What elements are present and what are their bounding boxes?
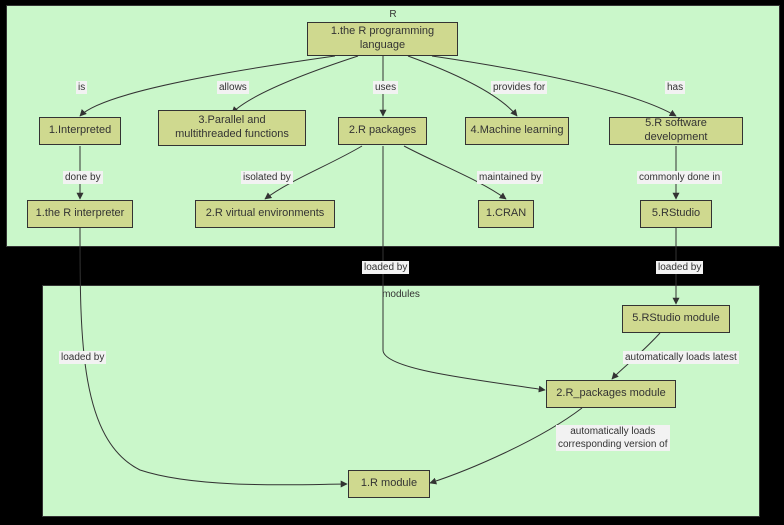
- node-root: 1.the R programming language: [307, 22, 458, 56]
- edge-label-isolated-by: isolated by: [241, 171, 293, 184]
- node-rstudio-module: 5.RStudio module: [622, 305, 730, 333]
- node-r-module: 1.R module: [348, 470, 430, 498]
- node-rstudio: 5.RStudio: [640, 200, 712, 228]
- edge-label-maintained-by: maintained by: [477, 171, 543, 184]
- diagram-canvas: R modules: [0, 0, 784, 525]
- node-venv: 2.R virtual environments: [195, 200, 335, 228]
- node-interpreter: 1.the R interpreter: [27, 200, 133, 228]
- cluster-r-label: R: [389, 9, 396, 20]
- node-ml: 4.Machine learning: [465, 117, 569, 145]
- edge-label-is: is: [76, 81, 87, 94]
- edge-label-loaded-by-1: loaded by: [362, 261, 409, 274]
- node-rpackages-module: 2.R_packages module: [546, 380, 676, 408]
- node-cran: 1.CRAN: [478, 200, 534, 228]
- edge-label-loaded-by-2: loaded by: [656, 261, 703, 274]
- edge-label-auto-latest: automatically loads latest: [623, 351, 739, 364]
- node-interpreted: 1.Interpreted: [39, 117, 121, 145]
- node-rdev: 5.R software development: [609, 117, 743, 145]
- edge-label-has: has: [665, 81, 685, 94]
- edge-label-auto-version: automatically loads corresponding versio…: [556, 425, 670, 451]
- node-rpackages: 2.R packages: [338, 117, 427, 145]
- edge-label-allows: allows: [217, 81, 249, 94]
- cluster-modules-label: modules: [382, 289, 420, 300]
- edge-label-uses: uses: [373, 81, 398, 94]
- edge-label-provides-for: provides for: [491, 81, 547, 94]
- edge-label-loaded-by-3: loaded by: [59, 351, 106, 364]
- edge-label-done-by: done by: [63, 171, 103, 184]
- node-parallel: 3.Parallel and multithreaded functions: [158, 110, 306, 146]
- edge-label-commonly-done-in: commonly done in: [637, 171, 722, 184]
